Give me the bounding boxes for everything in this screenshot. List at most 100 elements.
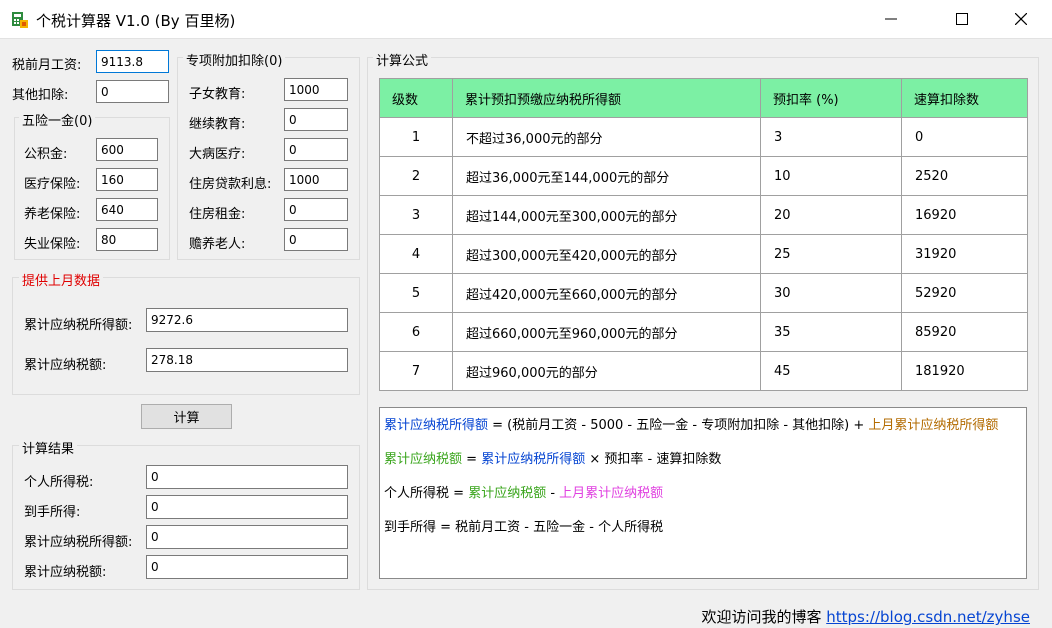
rate-cell: 10 [760,156,902,196]
level-cell: 5 [379,273,453,313]
formula-line-income-tax: 个人所得税 = 累计应纳税额 - 上月累计应纳税额 [384,482,663,501]
footer: 欢迎访问我的博客 https://blog.csdn.net/zyhse [701,606,1030,627]
formula-term: 累计应纳税额 [384,452,463,467]
rate-cell: 3 [760,117,902,157]
formula-text: × 预扣率 - 速算扣除数 [585,452,722,467]
cumulative-tax-output[interactable] [146,555,348,579]
maximize-button[interactable] [939,0,985,38]
table-row[interactable]: 3 超过144,000元至300,000元的部分 20 16920 [379,195,1028,235]
continuing-education-input[interactable] [284,108,348,131]
last-cumulative-tax-input[interactable] [146,348,348,372]
bracket-cell: 超过300,000元至420,000元的部分 [452,234,761,274]
serious-illness-label: 大病医疗: [189,147,246,162]
bracket-cell: 超过36,000元至144,000元的部分 [452,156,761,196]
income-tax-output[interactable] [146,465,348,489]
bracket-cell: 超过960,000元的部分 [452,351,761,391]
rate-cell: 30 [760,273,902,313]
cumulative-taxable-income-label: 累计应纳税所得额: [24,535,133,550]
last-month-group-title: 提供上月数据 [19,270,104,289]
level-cell: 1 [379,117,453,157]
rate-cell: 20 [760,195,902,235]
children-education-input[interactable] [284,78,348,101]
medical-insurance-input[interactable] [96,168,158,191]
net-income-output[interactable] [146,495,348,519]
other-deduction-input[interactable] [96,80,169,103]
formula-term: 累计应纳税所得额 [481,452,586,467]
table-row[interactable]: 2 超过36,000元至144,000元的部分 10 2520 [379,156,1028,196]
formula-text: 个人所得税 [384,486,450,501]
quick-deduction-cell: 85920 [901,312,1028,352]
level-cell: 7 [379,351,453,391]
salary-input[interactable] [96,50,169,73]
table-row[interactable]: 5 超过420,000元至660,000元的部分 30 52920 [379,273,1028,313]
footer-text: 欢迎访问我的博客 [701,608,822,626]
table-row[interactable]: 4 超过300,000元至420,000元的部分 25 31920 [379,234,1028,274]
quick-deduction-cell: 16920 [901,195,1028,235]
results-group-title: 计算结果 [19,438,78,457]
level-cell: 6 [379,312,453,352]
calculate-button[interactable]: 计算 [141,404,232,429]
housing-rent-label: 住房租金: [189,207,246,222]
rate-cell: 45 [760,351,902,391]
last-cumulative-taxable-income-label: 累计应纳税所得额: [24,318,133,333]
bracket-cell: 超过420,000元至660,000元的部分 [452,273,761,313]
last-cumulative-tax-label: 累计应纳税额: [24,358,107,373]
title-bar: 个税计算器 V1.0 (By 百里杨) [0,0,1052,39]
close-button[interactable] [998,0,1044,38]
elderly-support-input[interactable] [284,228,348,251]
elderly-support-label: 赡养老人: [189,237,246,252]
level-cell: 2 [379,156,453,196]
bracket-cell: 超过144,000元至300,000元的部分 [452,195,761,235]
unemployment-insurance-label: 失业保险: [24,237,81,252]
window-title: 个税计算器 V1.0 (By 百里杨) [36,12,236,30]
pension-insurance-input[interactable] [96,198,158,221]
quick-deduction-cell: 52920 [901,273,1028,313]
special-deduction-group-title: 专项附加扣除(0) [183,50,286,69]
insurance-group-title: 五险一金(0) [19,110,96,129]
last-month-group [12,277,360,395]
housing-rent-input[interactable] [284,198,348,221]
cumulative-tax-label: 累计应纳税额: [24,565,107,580]
formula-term: 累计应纳税额 [468,486,547,501]
last-cumulative-taxable-income-input[interactable] [146,308,348,332]
continuing-education-label: 继续教育: [189,117,246,132]
unemployment-insurance-input[interactable] [96,228,158,251]
formula-term: 上月累计应纳税额 [559,486,664,501]
formula-text-box[interactable]: 累计应纳税所得额 = (税前月工资 - 5000 - 五险一金 - 专项附加扣除… [379,407,1027,579]
serious-illness-input[interactable] [284,138,348,161]
bracket-cell: 不超过36,000元的部分 [452,117,761,157]
column-header-level[interactable]: 级数 [379,78,453,118]
level-cell: 3 [379,195,453,235]
calculator-icon [12,12,28,28]
quick-deduction-cell: 181920 [901,351,1028,391]
housing-fund-input[interactable] [96,138,158,161]
formula-line-cumulative-taxable-income: 累计应纳税所得额 = (税前月工资 - 5000 - 五险一金 - 专项附加扣除… [384,414,998,433]
column-header-bracket[interactable]: 累计预扣预缴应纳税所得额 [452,78,761,118]
pension-insurance-label: 养老保险: [24,207,81,222]
cumulative-taxable-income-output[interactable] [146,525,348,549]
table-row[interactable]: 7 超过960,000元的部分 45 181920 [379,351,1028,391]
column-header-rate[interactable]: 预扣率 (%) [760,78,902,118]
rate-cell: 35 [760,312,902,352]
bracket-cell: 超过660,000元至960,000元的部分 [452,312,761,352]
formula-text: = (税前月工资 - 5000 - 五险一金 - 专项附加扣除 - 其他扣除) … [488,418,869,433]
formula-text: = [449,486,469,501]
quick-deduction-cell: 31920 [901,234,1028,274]
blog-link[interactable]: https://blog.csdn.net/zyhse [826,608,1030,626]
medical-insurance-label: 医疗保险: [24,177,81,192]
table-row[interactable]: 6 超过660,000元至960,000元的部分 35 85920 [379,312,1028,352]
other-deduction-label: 其他扣除: [12,88,69,103]
quick-deduction-cell: 0 [901,117,1028,157]
salary-label: 税前月工资: [12,58,82,73]
rate-cell: 25 [760,234,902,274]
minimize-icon [885,18,897,20]
minimize-button[interactable] [868,0,914,38]
formula-group-title: 计算公式 [373,50,432,69]
tax-rate-table: 级数 累计预扣预缴应纳税所得额 预扣率 (%) 速算扣除数 1 不超过36,00… [379,78,1028,391]
table-row[interactable]: 1 不超过36,000元的部分 3 0 [379,117,1028,157]
children-education-label: 子女教育: [189,87,246,102]
table-header-row: 级数 累计预扣预缴应纳税所得额 预扣率 (%) 速算扣除数 [379,78,1028,118]
formula-text: = [462,452,482,467]
column-header-quick-deduction[interactable]: 速算扣除数 [901,78,1028,118]
housing-loan-interest-input[interactable] [284,168,348,191]
